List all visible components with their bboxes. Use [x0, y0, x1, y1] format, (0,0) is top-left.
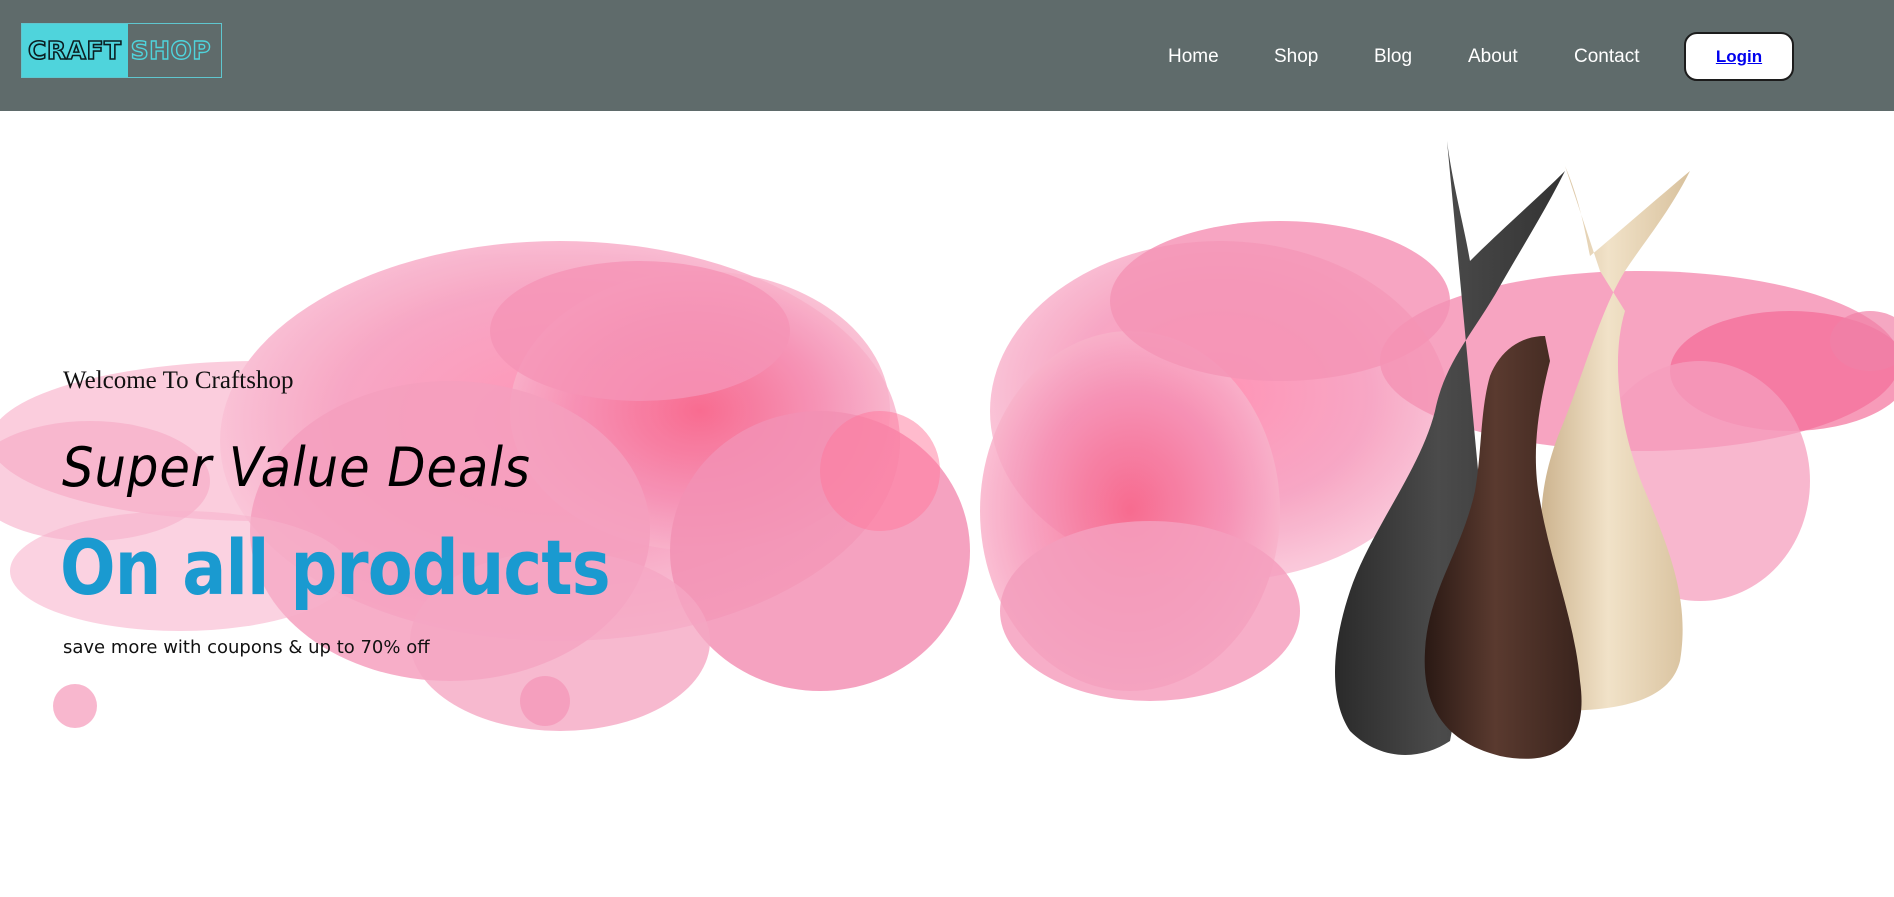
welcome-text: Welcome To Craftshop	[63, 367, 294, 394]
site-header: CRAFT SHOP Home Shop Blog About Contact …	[0, 0, 1894, 111]
hero-banner: Welcome To Craftshop Super Value Deals O…	[0, 111, 1894, 897]
hero-tagline: save more with coupons & up to 70% off	[63, 637, 430, 658]
nav-contact[interactable]: Contact	[1574, 46, 1639, 68]
logo-craft-text: CRAFT	[22, 24, 128, 77]
hero-headline: Super Value Deals	[62, 436, 531, 499]
logo-shop-text: SHOP	[130, 35, 212, 65]
nav-shop[interactable]: Shop	[1274, 46, 1318, 68]
nav-blog[interactable]: Blog	[1374, 46, 1412, 68]
logo[interactable]: CRAFT SHOP	[21, 23, 222, 78]
nav-about[interactable]: About	[1468, 46, 1518, 68]
nav-home[interactable]: Home	[1168, 46, 1219, 68]
page: CRAFT SHOP Home Shop Blog About Contact …	[0, 0, 1894, 897]
hero-background-image	[0, 141, 1894, 759]
login-button[interactable]: Login	[1684, 32, 1794, 81]
hero-subheadline: On all products	[60, 523, 611, 612]
